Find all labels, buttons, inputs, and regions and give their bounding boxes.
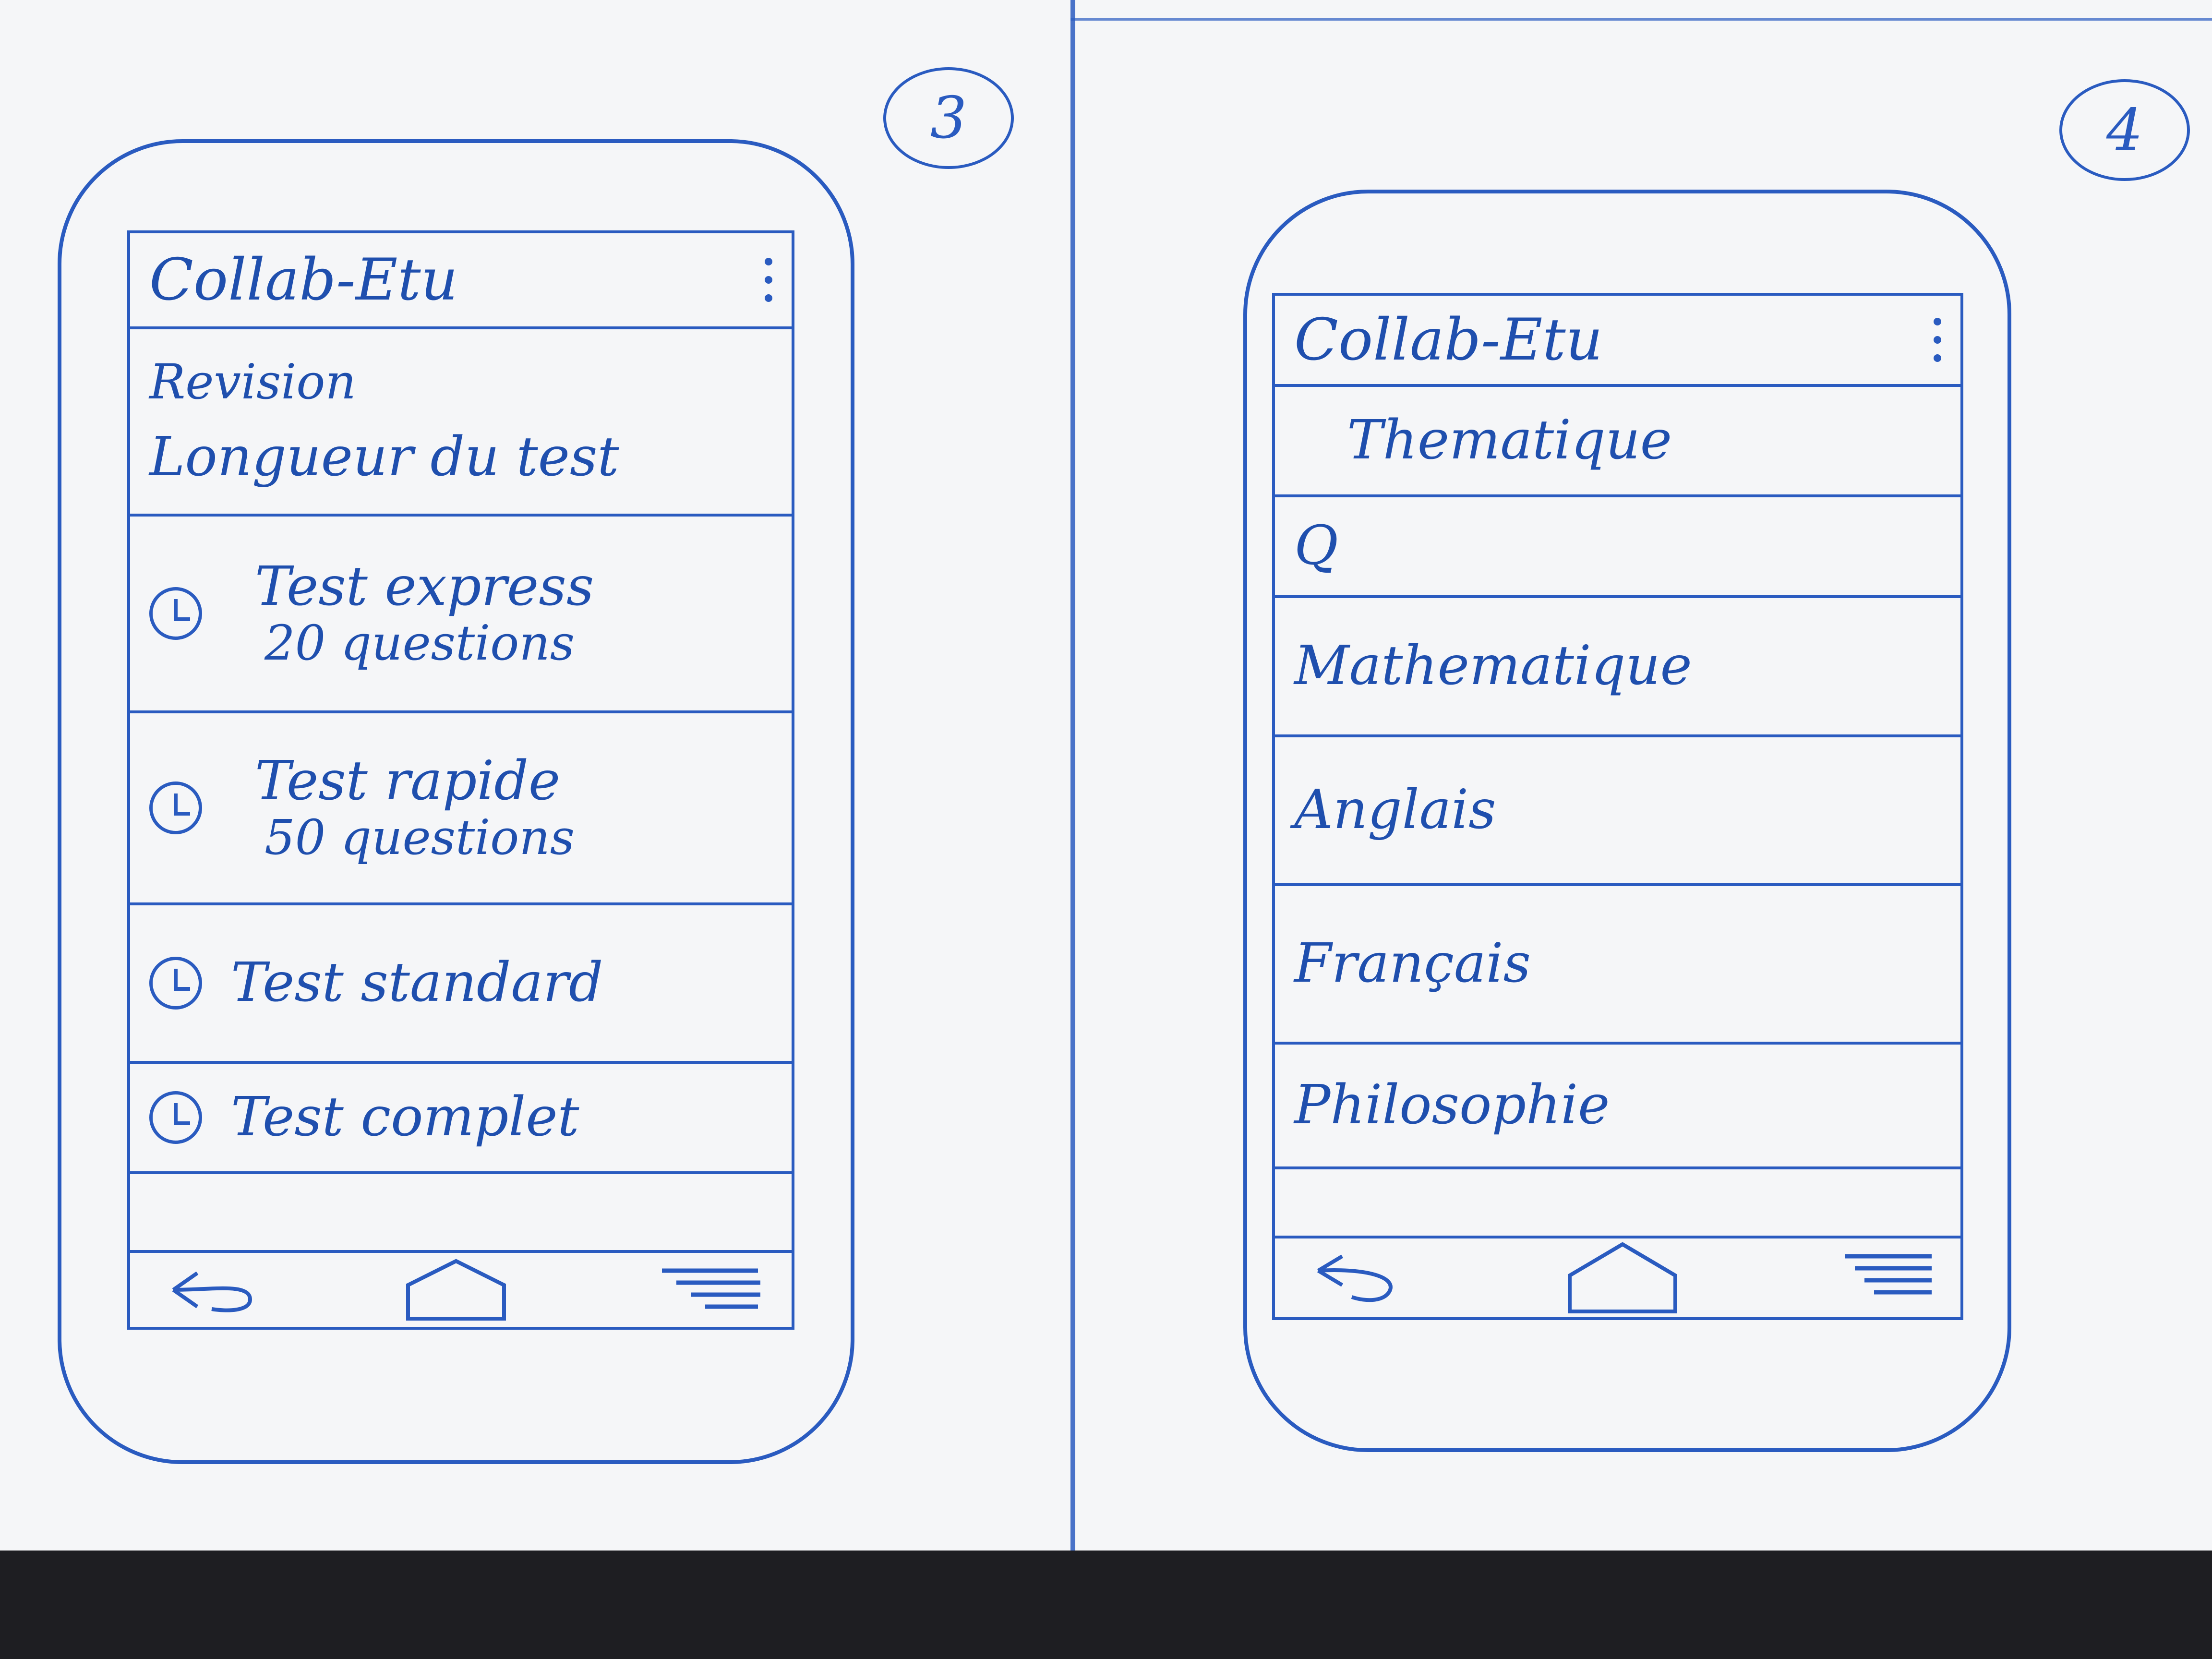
menu-lines-icon[interactable] [652, 1263, 768, 1316]
subject-label: Anglais [1294, 779, 1496, 842]
thematique-label: Thematique [1347, 409, 1672, 472]
subject-philosophie[interactable]: Philosophie [1275, 1045, 1960, 1169]
search-icon[interactable]: Q [1294, 517, 1338, 576]
clock-icon [149, 587, 202, 640]
subject-anglais[interactable]: Anglais [1275, 737, 1960, 886]
home-icon[interactable] [1560, 1242, 1685, 1314]
subject-label: Philosophie [1294, 1074, 1610, 1137]
option-test-rapide[interactable]: Test rapide 50 questions [130, 713, 792, 905]
back-arrow-icon[interactable] [1299, 1249, 1405, 1307]
table-background [0, 1551, 2212, 1659]
clock-icon [149, 957, 202, 1010]
option-title: Test rapide [255, 750, 561, 813]
more-vert-icon[interactable] [765, 258, 772, 302]
clock-icon [149, 1091, 202, 1144]
screen-test-length: Collab-Etu Revision Longueur du test Tes… [127, 230, 794, 1330]
subject-label: Français [1294, 932, 1531, 995]
option-title: Test express [255, 555, 594, 618]
nav-bar [1275, 1236, 1960, 1317]
menu-lines-icon[interactable] [1840, 1249, 1936, 1307]
header-revision: Revision [149, 354, 356, 410]
screen-thematique: Collab-Etu Thematique Q Mathematique Ang… [1272, 293, 1963, 1320]
app-title: Collab-Etu [1294, 306, 1603, 373]
option-test-express[interactable]: Test express 20 questions [130, 517, 792, 713]
section-title: Thematique [1275, 387, 1960, 497]
home-icon[interactable] [398, 1259, 514, 1321]
page-divider [1070, 0, 1075, 1551]
screen-header: Revision Longueur du test [130, 329, 792, 517]
clock-icon [149, 781, 202, 834]
subject-mathematique[interactable]: Mathematique [1275, 598, 1960, 737]
option-subtitle: 50 questions [264, 809, 575, 866]
app-bar: Collab-Etu [130, 233, 792, 329]
page-number-3: 3 [883, 67, 1014, 169]
more-vert-icon[interactable] [1934, 318, 1941, 362]
option-title: Test standard [231, 951, 603, 1014]
nav-bar [130, 1250, 792, 1327]
option-subtitle: 20 questions [264, 614, 575, 671]
app-title: Collab-Etu [149, 246, 458, 313]
header-test-length: Longueur du test [149, 426, 619, 489]
subject-label: Mathematique [1294, 635, 1692, 697]
app-bar: Collab-Etu [1275, 296, 1960, 387]
back-arrow-icon[interactable] [154, 1263, 260, 1316]
paper-edge [1070, 18, 2212, 21]
page-number-4: 4 [2059, 79, 2190, 181]
subject-francais[interactable]: Français [1275, 886, 1960, 1045]
option-title: Test complet [231, 1086, 579, 1149]
option-test-complet[interactable]: Test complet [130, 1064, 792, 1174]
search-row[interactable]: Q [1275, 497, 1960, 598]
option-test-standard[interactable]: Test standard [130, 905, 792, 1064]
